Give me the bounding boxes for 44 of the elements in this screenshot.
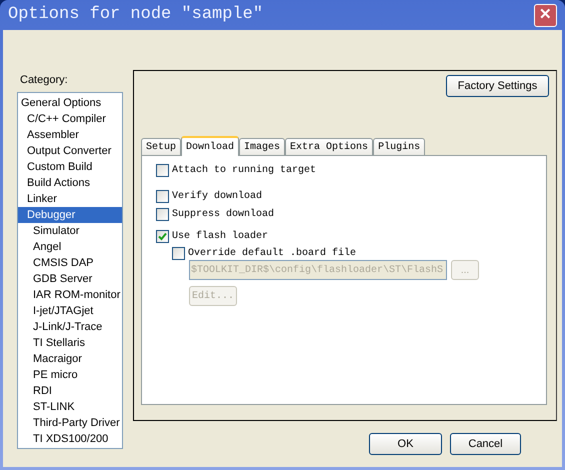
- category-item[interactable]: IAR ROM-monitor: [18, 286, 122, 302]
- checkbox[interactable]: [172, 247, 185, 260]
- category-item[interactable]: PE micro: [18, 366, 122, 382]
- checkbox-label: Suppress download: [172, 208, 274, 222]
- close-button[interactable]: ✕: [534, 4, 557, 26]
- category-item[interactable]: RDI: [18, 382, 122, 398]
- category-item[interactable]: Macraigor: [18, 350, 122, 366]
- category-item[interactable]: Custom Build: [18, 158, 122, 174]
- checkbox-label: Attach to running target: [172, 164, 316, 178]
- ok-button[interactable]: OK: [369, 433, 442, 455]
- category-item[interactable]: ST-LINK: [18, 398, 122, 414]
- checkbox[interactable]: [156, 230, 169, 243]
- category-item[interactable]: CMSIS DAP: [18, 254, 122, 270]
- category-label: Category:: [20, 73, 69, 88]
- category-item[interactable]: TI Stellaris: [18, 334, 122, 350]
- category-item[interactable]: Simulator: [18, 222, 122, 238]
- category-item[interactable]: Angel: [18, 238, 122, 254]
- checkbox[interactable]: [156, 164, 169, 177]
- checkbox-label: Use flash loader: [172, 230, 268, 244]
- category-item[interactable]: General Options: [18, 94, 122, 110]
- cancel-button[interactable]: Cancel: [450, 433, 521, 455]
- tab[interactable]: Extra Options: [285, 138, 374, 155]
- tab[interactable]: Download: [181, 136, 240, 156]
- tab[interactable]: Setup: [141, 138, 182, 155]
- category-item[interactable]: Debugger: [18, 206, 122, 222]
- checkbox-label: Override default .board file: [188, 246, 356, 261]
- tab[interactable]: Images: [239, 138, 286, 155]
- category-item[interactable]: J-Link/J-Trace: [18, 318, 122, 334]
- category-item[interactable]: Output Converter: [18, 142, 122, 158]
- category-item[interactable]: I-jet/JTAGjet: [18, 302, 122, 318]
- window-title: Options for node "sample": [8, 4, 264, 26]
- category-item[interactable]: C/C++ Compiler: [18, 110, 122, 126]
- checkbox[interactable]: [156, 190, 169, 203]
- category-item[interactable]: Linker: [18, 190, 122, 206]
- category-item[interactable]: Assembler: [18, 126, 122, 142]
- category-item[interactable]: TI XDS100/200: [18, 430, 122, 446]
- checkbox[interactable]: [156, 208, 169, 221]
- category-list[interactable]: [17, 92, 123, 448]
- category-item[interactable]: Third-Party Driver: [18, 414, 122, 430]
- factory-settings-button[interactable]: Factory Settings: [446, 75, 549, 97]
- category-item[interactable]: Build Actions: [18, 174, 122, 190]
- tab[interactable]: Plugins: [373, 138, 426, 155]
- category-item[interactable]: GDB Server: [18, 270, 122, 286]
- checkbox-label: Verify download: [172, 190, 262, 204]
